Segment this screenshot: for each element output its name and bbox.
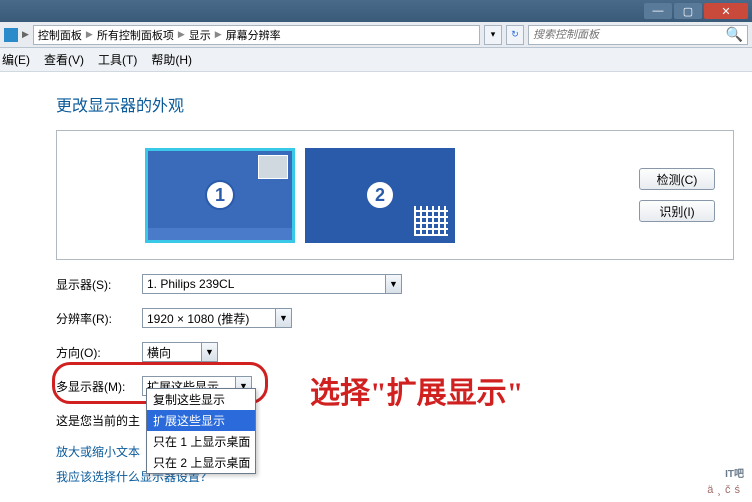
menu-edit[interactable]: 编(E) <box>2 51 30 68</box>
menu-view[interactable]: 查看(V) <box>44 51 84 68</box>
dropdown-option[interactable]: 只在 2 上显示桌面 <box>147 452 255 473</box>
monitor-2[interactable]: 2 <box>305 148 455 243</box>
resolution-label: 分辨率(R): <box>56 310 134 327</box>
dropdown-option[interactable]: 只在 1 上显示桌面 <box>147 431 255 452</box>
display-label: 显示器(S): <box>56 276 134 293</box>
grid-icon <box>414 206 448 236</box>
dropdown-option[interactable]: 复制这些显示 <box>147 389 255 410</box>
multi-display-dropdown-list: 复制这些显示 扩展这些显示 只在 1 上显示桌面 只在 2 上显示桌面 <box>146 388 256 474</box>
breadcrumb-sep-icon: ▶ <box>215 29 222 40</box>
orientation-value: 横向 <box>147 344 171 361</box>
breadcrumb[interactable]: 控制面板 ▶ 所有控制面板项 ▶ 显示 ▶ 屏幕分辨率 <box>33 25 480 45</box>
zoom-text-link[interactable]: 放大或缩小文本 <box>56 445 140 459</box>
breadcrumb-item[interactable]: 所有控制面板项 <box>97 27 174 43</box>
content-area: 更改显示器的外观 1 2 检测(C) 识别(I) 显示器(S): 1. Phil… <box>0 72 752 485</box>
annotation-text: 选择"扩展显示" <box>310 368 523 412</box>
maximize-button[interactable]: ▢ <box>674 3 702 19</box>
watermark-text: ä¸čś <box>707 484 744 496</box>
breadcrumb-sep-icon: ▶ <box>22 29 29 40</box>
control-panel-icon <box>4 28 18 42</box>
page-title: 更改显示器的外观 <box>56 92 734 116</box>
identify-button[interactable]: 识别(I) <box>639 200 715 222</box>
chevron-down-icon: ▼ <box>275 309 291 327</box>
display-row: 显示器(S): 1. Philips 239CL ▼ <box>56 274 734 294</box>
multi-display-label: 多显示器(M): <box>56 378 134 395</box>
resolution-value: 1920 × 1080 (推荐) <box>147 310 249 327</box>
minimize-button[interactable]: — <box>644 3 672 19</box>
breadcrumb-sep-icon: ▶ <box>178 29 185 40</box>
resolution-select[interactable]: 1920 × 1080 (推荐) ▼ <box>142 308 292 328</box>
monitor-preview: 1 2 <box>145 148 455 243</box>
address-bar: ▶ 控制面板 ▶ 所有控制面板项 ▶ 显示 ▶ 屏幕分辨率 ▾ ↻ 🔍 <box>0 22 752 48</box>
search-icon[interactable]: 🔍 <box>726 26 743 43</box>
window-thumb-icon <box>258 155 288 179</box>
menu-tools[interactable]: 工具(T) <box>98 51 137 68</box>
chevron-down-icon: ▼ <box>385 275 401 293</box>
chevron-down-icon: ▼ <box>201 343 217 361</box>
resolution-row: 分辨率(R): 1920 × 1080 (推荐) ▼ <box>56 308 734 328</box>
breadcrumb-sep-icon: ▶ <box>86 29 93 40</box>
refresh-button[interactable]: ↻ <box>506 25 524 45</box>
breadcrumb-item[interactable]: 显示 <box>189 27 211 43</box>
dropdown-option-selected[interactable]: 扩展这些显示 <box>147 410 255 431</box>
brand-watermark: IT吧 <box>725 465 744 480</box>
side-buttons: 检测(C) 识别(I) <box>639 168 715 222</box>
close-button[interactable]: ✕ <box>704 3 748 19</box>
orientation-row: 方向(O): 横向 ▼ <box>56 342 734 362</box>
search-box[interactable]: 🔍 <box>528 25 748 45</box>
detect-button[interactable]: 检测(C) <box>639 168 715 190</box>
display-select[interactable]: 1. Philips 239CL ▼ <box>142 274 402 294</box>
search-input[interactable] <box>533 29 726 41</box>
menu-bar: 编(E) 查看(V) 工具(T) 帮助(H) <box>0 48 752 72</box>
window-titlebar: — ▢ ✕ <box>0 0 752 22</box>
breadcrumb-dropdown-button[interactable]: ▾ <box>484 25 502 45</box>
orientation-label: 方向(O): <box>56 344 134 361</box>
display-value: 1. Philips 239CL <box>147 277 234 291</box>
orientation-select[interactable]: 横向 ▼ <box>142 342 218 362</box>
monitor-number: 2 <box>365 180 395 210</box>
breadcrumb-item[interactable]: 屏幕分辨率 <box>226 27 281 43</box>
monitor-number: 1 <box>205 180 235 210</box>
menu-help[interactable]: 帮助(H) <box>151 51 192 68</box>
monitor-1[interactable]: 1 <box>145 148 295 243</box>
breadcrumb-item[interactable]: 控制面板 <box>38 27 82 43</box>
monitor-preview-box: 1 2 检测(C) 识别(I) <box>56 130 734 260</box>
taskbar-icon <box>148 228 292 240</box>
